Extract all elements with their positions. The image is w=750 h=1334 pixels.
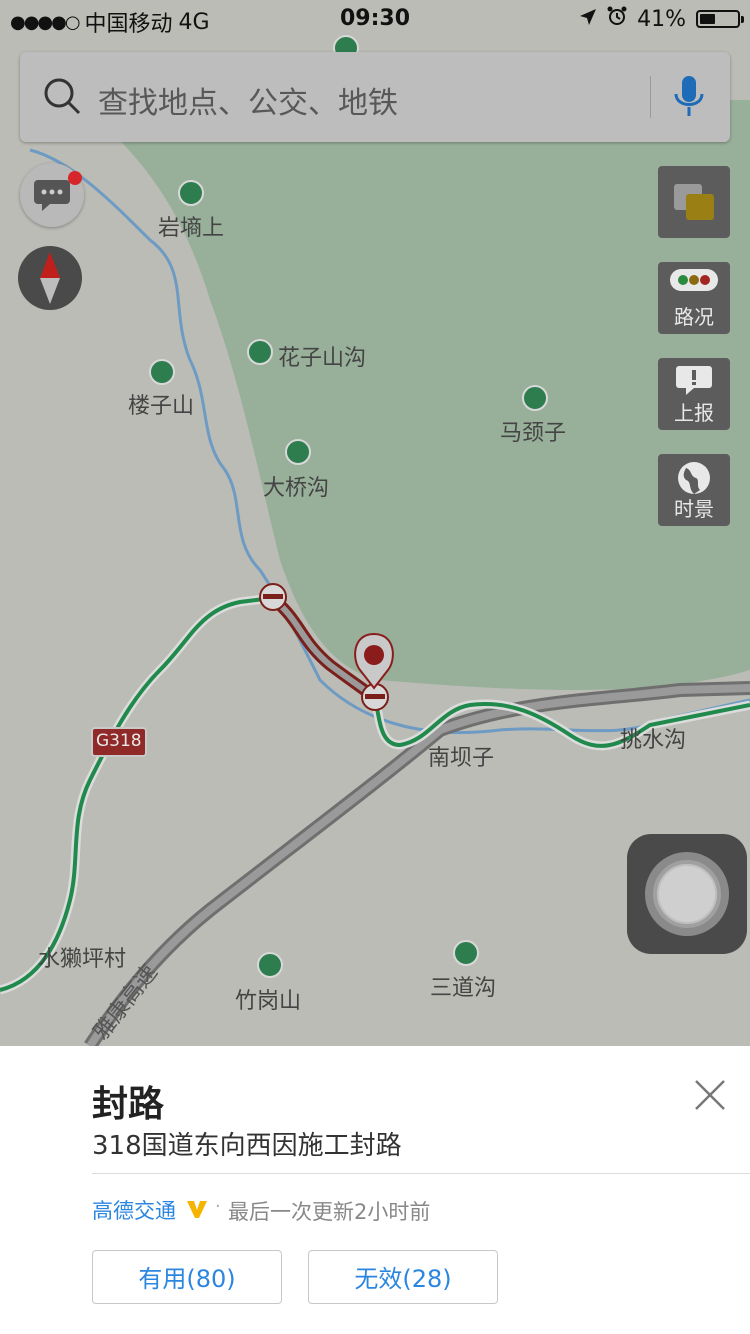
- status-bar: ●●●●○ 中国移动 4G 09:30 41%: [0, 0, 750, 40]
- report-label: 上报: [674, 401, 714, 425]
- closure-start-marker[interactable]: [259, 583, 287, 611]
- map-label: 马颈子: [500, 421, 567, 446]
- search-bar[interactable]: 查找地点、公交、地铁: [20, 52, 730, 142]
- microphone-icon[interactable]: [672, 74, 706, 124]
- layers-button[interactable]: [658, 166, 730, 238]
- layers-icon: [674, 184, 716, 226]
- map-label: 大桥沟: [263, 476, 330, 501]
- assistive-center: [659, 866, 715, 922]
- report-alert-icon: [658, 364, 730, 400]
- last-updated: 最后一次更新2小时前: [228, 1200, 431, 1224]
- live-view-button[interactable]: 时景: [658, 454, 730, 526]
- alarm-icon: [607, 6, 627, 32]
- divider: [92, 1173, 750, 1174]
- incident-description: 318国道东向西因施工封路: [92, 1131, 402, 1161]
- live-view-label: 时景: [674, 497, 714, 521]
- chat-bubble-icon: [34, 180, 70, 216]
- search-divider: [650, 76, 651, 118]
- traffic-light-icon: [658, 268, 730, 296]
- compass-button[interactable]: [18, 246, 82, 310]
- location-arrow-icon: [579, 7, 597, 32]
- map-label: 南坝子: [428, 746, 495, 771]
- notification-dot: [68, 171, 82, 185]
- report-button[interactable]: 上报: [658, 358, 730, 430]
- battery-icon: [696, 10, 744, 28]
- separator-dot: ·: [215, 1196, 221, 1217]
- messages-button[interactable]: [20, 163, 84, 227]
- assistive-touch-button[interactable]: [627, 834, 747, 954]
- compass-icon: [38, 252, 62, 308]
- incident-title: 封路: [92, 1084, 165, 1125]
- close-icon[interactable]: [690, 1075, 730, 1115]
- map-label: 花子山沟: [278, 346, 367, 371]
- search-input[interactable]: 查找地点、公交、地铁: [98, 78, 398, 122]
- map-label: 水獭坪村: [38, 947, 127, 972]
- battery-percent: 41%: [637, 6, 686, 32]
- map-label: 挑水沟: [620, 728, 687, 753]
- incident-source[interactable]: 高德交通: [92, 1195, 176, 1225]
- map-label: 竹岗山: [235, 989, 302, 1014]
- traffic-button[interactable]: 路况: [658, 262, 730, 334]
- useful-button[interactable]: 有用(80): [92, 1250, 282, 1304]
- map-label: 三道沟: [430, 976, 497, 1001]
- verified-v-icon: [186, 1198, 208, 1220]
- invalid-button[interactable]: 无效(28): [308, 1250, 498, 1304]
- search-icon: [42, 76, 82, 120]
- map-label: 岩墒上: [158, 216, 225, 241]
- map-label: 楼子山: [128, 394, 195, 419]
- road-shield-label: G318: [96, 731, 142, 751]
- traffic-label: 路况: [674, 305, 714, 329]
